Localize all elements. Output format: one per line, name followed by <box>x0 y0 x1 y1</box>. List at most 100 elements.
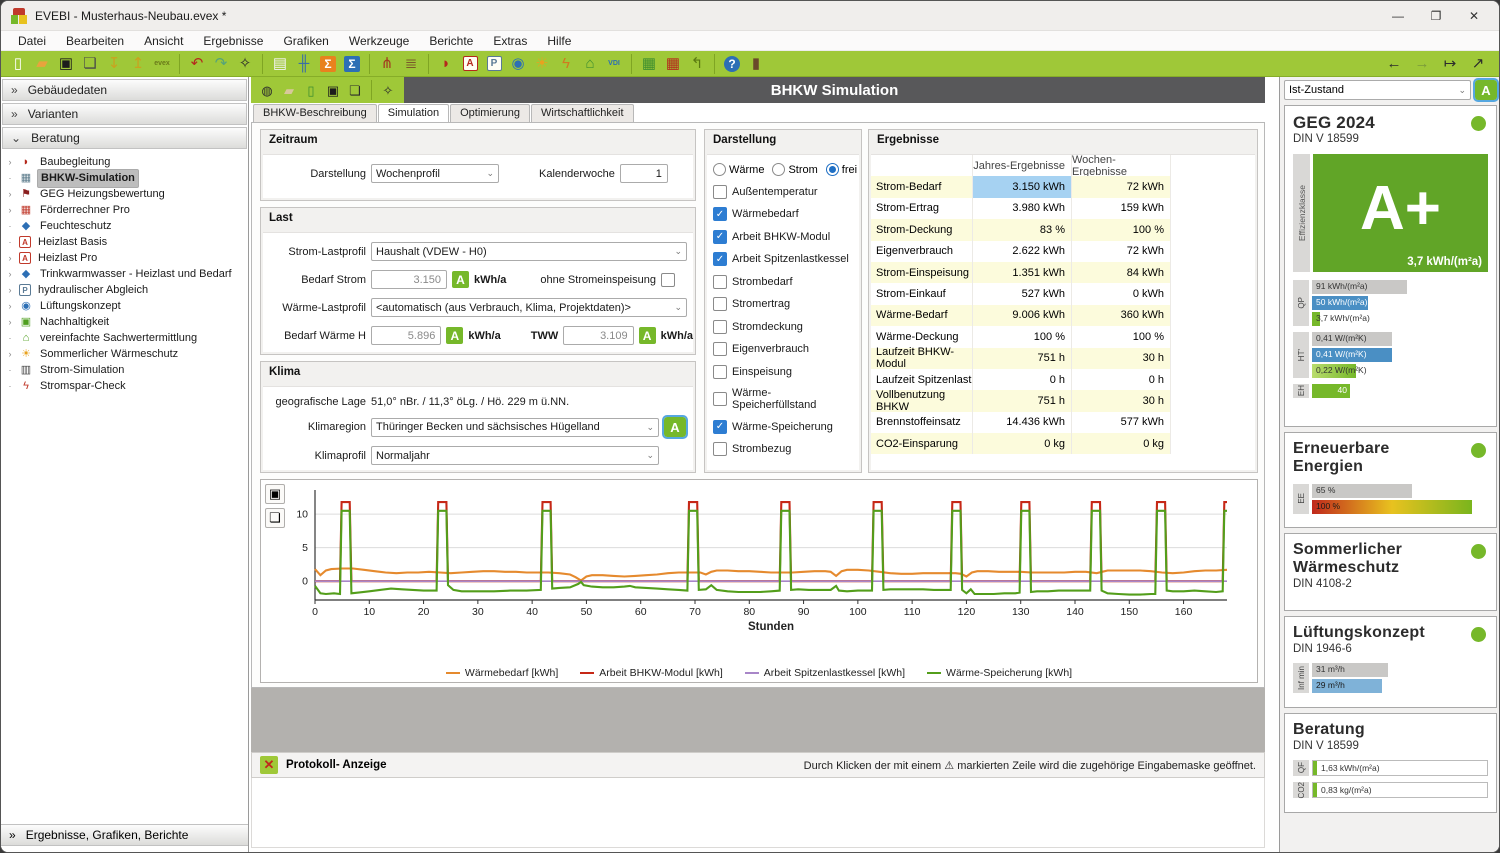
row-value[interactable]: 83 % <box>973 219 1072 240</box>
strom-lightning-icon[interactable]: ϟ <box>555 53 577 75</box>
sidebar-section-beratung[interactable]: ⌄ Beratung <box>2 127 247 149</box>
variants-icon[interactable]: ╫ <box>293 53 315 75</box>
checkbox[interactable]: ✓ <box>713 420 727 434</box>
tree-item-strom-simulation[interactable]: ·▥Strom-Simulation <box>5 362 248 378</box>
import-icon[interactable]: ↧ <box>103 53 125 75</box>
row-value[interactable]: 72 kWh <box>1072 176 1171 197</box>
menu-item-bearbeiten[interactable]: Bearbeiten <box>57 33 133 49</box>
sum-blue-icon[interactable]: Σ <box>341 53 363 75</box>
variant-auto-button[interactable]: A <box>1475 80 1497 100</box>
kalenderwoche-input[interactable]: 1 <box>620 164 668 183</box>
exit-curve-icon[interactable]: ↰ <box>686 53 708 75</box>
table-row[interactable]: Strom-Einspeisung1.351 kWh84 kWh <box>871 262 1255 283</box>
open-folder-icon[interactable]: ▰ <box>31 53 53 75</box>
tree-item-stromspar-check[interactable]: ·ϟStromspar-Check <box>5 378 248 394</box>
row-value[interactable]: 159 kWh <box>1072 198 1171 219</box>
forward-icon[interactable]: → <box>1411 53 1433 75</box>
sidebar-section-gebaeudedaten[interactable]: » Gebäudedaten <box>2 79 247 101</box>
row-value[interactable]: 0 h <box>1072 369 1171 390</box>
tab-simulation[interactable]: Simulation <box>378 104 449 123</box>
tww-input[interactable]: 3.109 <box>563 326 633 345</box>
row-value[interactable]: 2.622 kWh <box>973 241 1072 262</box>
waerme-lastprofil-select[interactable]: <automatisch (aus Verbrauch, Klima, Proj… <box>371 298 687 317</box>
row-value[interactable]: 100 % <box>1072 219 1171 240</box>
row-value[interactable]: 3.980 kWh <box>973 198 1072 219</box>
table-row[interactable]: Laufzeit BHKW-Modul751 h30 h <box>871 348 1255 369</box>
row-value[interactable]: 751 h <box>973 348 1072 369</box>
bedarf-waerme-input[interactable]: 5.896 <box>371 326 441 345</box>
table-row[interactable]: Wärme-Deckung100 %100 % <box>871 326 1255 347</box>
copy-export-icon[interactable]: ❏ <box>345 80 365 100</box>
display-option-arbeit-spitzenlastkessel[interactable]: ✓Arbeit Spitzenlastkessel <box>713 252 853 266</box>
wizard-icon[interactable]: ✧ <box>378 80 398 100</box>
back-icon[interactable]: ← <box>1383 53 1405 75</box>
strom-lastprofil-select[interactable]: Haushalt (VDEW - H0) ⌄ <box>371 242 687 261</box>
close-button[interactable]: ✕ <box>1457 4 1491 28</box>
klimaprofil-select[interactable]: Normaljahr ⌄ <box>371 446 659 465</box>
row-label[interactable]: Laufzeit BHKW-Modul <box>871 348 973 369</box>
wizard-icon[interactable]: ✧ <box>234 53 256 75</box>
row-label[interactable]: Wärme-Deckung <box>871 326 973 347</box>
flowchart-icon[interactable]: ⋔ <box>376 53 398 75</box>
checkbox[interactable] <box>713 185 727 199</box>
table-row[interactable]: Eigenverbrauch2.622 kWh72 kWh <box>871 241 1255 262</box>
row-label[interactable]: CO2-Einsparung <box>871 433 973 454</box>
maximize-button[interactable]: ❐ <box>1419 4 1453 28</box>
table-row[interactable]: Strom-Bedarf3.150 kWh72 kWh <box>871 176 1255 197</box>
tree-item-sommerlicher-w-rmeschutz[interactable]: ›☀Sommerlicher Wärmeschutz <box>5 346 248 362</box>
sidebar-section-ergebnisse-grafiken-berichte[interactable]: » Ergebnisse, Grafiken, Berichte <box>1 824 248 846</box>
display-option-w-rme-speicherung[interactable]: ✓Wärme-Speicherung <box>713 420 853 434</box>
display-option-stromdeckung[interactable]: Stromdeckung <box>713 320 853 334</box>
row-value[interactable]: 360 kWh <box>1072 305 1171 326</box>
row-value[interactable]: 9.006 kWh <box>973 305 1072 326</box>
checkbox[interactable] <box>713 342 727 356</box>
row-label[interactable]: Vollbenutzung BHKW <box>871 390 973 411</box>
row-value[interactable]: 100 % <box>1072 326 1171 347</box>
sum-orange-icon[interactable]: Σ <box>317 53 339 75</box>
checkbox[interactable] <box>713 275 727 289</box>
display-option-w-rmebedarf[interactable]: ✓Wärmebedarf <box>713 207 853 221</box>
table-row[interactable]: Wärme-Bedarf9.006 kWh360 kWh <box>871 305 1255 326</box>
tree-item-geg-heizungsbewertung[interactable]: ›⚑GEG Heizungsbewertung <box>5 186 248 202</box>
row-value[interactable]: 14.436 kWh <box>973 412 1072 433</box>
display-option-au-entemperatur[interactable]: Außentemperatur <box>713 185 853 199</box>
tree-item-feuchteschutz[interactable]: ·◆Feuchteschutz <box>5 218 248 234</box>
database-icon[interactable]: ◍ <box>257 80 277 100</box>
hydraulik-icon[interactable]: P <box>483 53 505 75</box>
undo-icon[interactable]: ↶ <box>186 53 208 75</box>
menu-item-extras[interactable]: Extras <box>484 33 536 49</box>
menu-item-hilfe[interactable]: Hilfe <box>538 33 580 49</box>
row-label[interactable]: Strom-Einkauf <box>871 283 973 304</box>
radio-frei[interactable]: frei <box>826 163 857 176</box>
checkbox[interactable] <box>713 320 727 334</box>
row-value[interactable]: 84 kWh <box>1072 262 1171 283</box>
menu-item-ansicht[interactable]: Ansicht <box>135 33 192 49</box>
row-value[interactable]: 577 kWh <box>1072 412 1171 433</box>
tab-bhkw-beschreibung[interactable]: BHKW-Beschreibung <box>253 104 377 122</box>
structure-list-icon[interactable]: ≣ <box>400 53 422 75</box>
menu-item-datei[interactable]: Datei <box>9 33 55 49</box>
ohne-stromeinspeisung-checkbox[interactable] <box>661 273 675 287</box>
tree-item-nachhaltigkeit[interactable]: ›▣Nachhaltigkeit <box>5 314 248 330</box>
save-icon[interactable]: ▣ <box>55 53 77 75</box>
table-row[interactable]: Strom-Deckung83 %100 % <box>871 219 1255 240</box>
table-row[interactable]: Brennstoffeinsatz14.436 kWh577 kWh <box>871 412 1255 433</box>
row-label[interactable]: Strom-Bedarf <box>871 176 973 197</box>
row-value[interactable]: 0 kWh <box>1072 283 1171 304</box>
tree-item-l-ftungskonzept[interactable]: ›◉Lüftungskonzept <box>5 298 248 314</box>
row-label[interactable]: Eigenverbrauch <box>871 241 973 262</box>
radio-strom[interactable]: Strom <box>772 163 817 176</box>
display-option-einspeisung[interactable]: Einspeisung <box>713 365 853 379</box>
baubegleitung-icon[interactable]: ◗ <box>435 53 457 75</box>
chart-jump-icon[interactable]: ↗ <box>1467 53 1489 75</box>
tree-item-vereinfachte-sachwertermittlung[interactable]: ·⌂vereinfachte Sachwertermittlung <box>5 330 248 346</box>
display-option-arbeit-bhkw-modul[interactable]: ✓Arbeit BHKW-Modul <box>713 230 853 244</box>
tree-item-hydraulischer-abgleich[interactable]: ›Phydraulischer Abgleich <box>5 282 248 298</box>
haus-icon[interactable]: ⌂ <box>579 53 601 75</box>
sommer-sun-icon[interactable]: ☀ <box>531 53 553 75</box>
help-icon[interactable]: ? <box>721 53 743 75</box>
row-label[interactable]: Strom-Ertrag <box>871 198 973 219</box>
new-file-icon[interactable]: ▯ <box>7 53 29 75</box>
row-value[interactable]: 0 kg <box>1072 433 1171 454</box>
row-label[interactable]: Brennstoffeinsatz <box>871 412 973 433</box>
